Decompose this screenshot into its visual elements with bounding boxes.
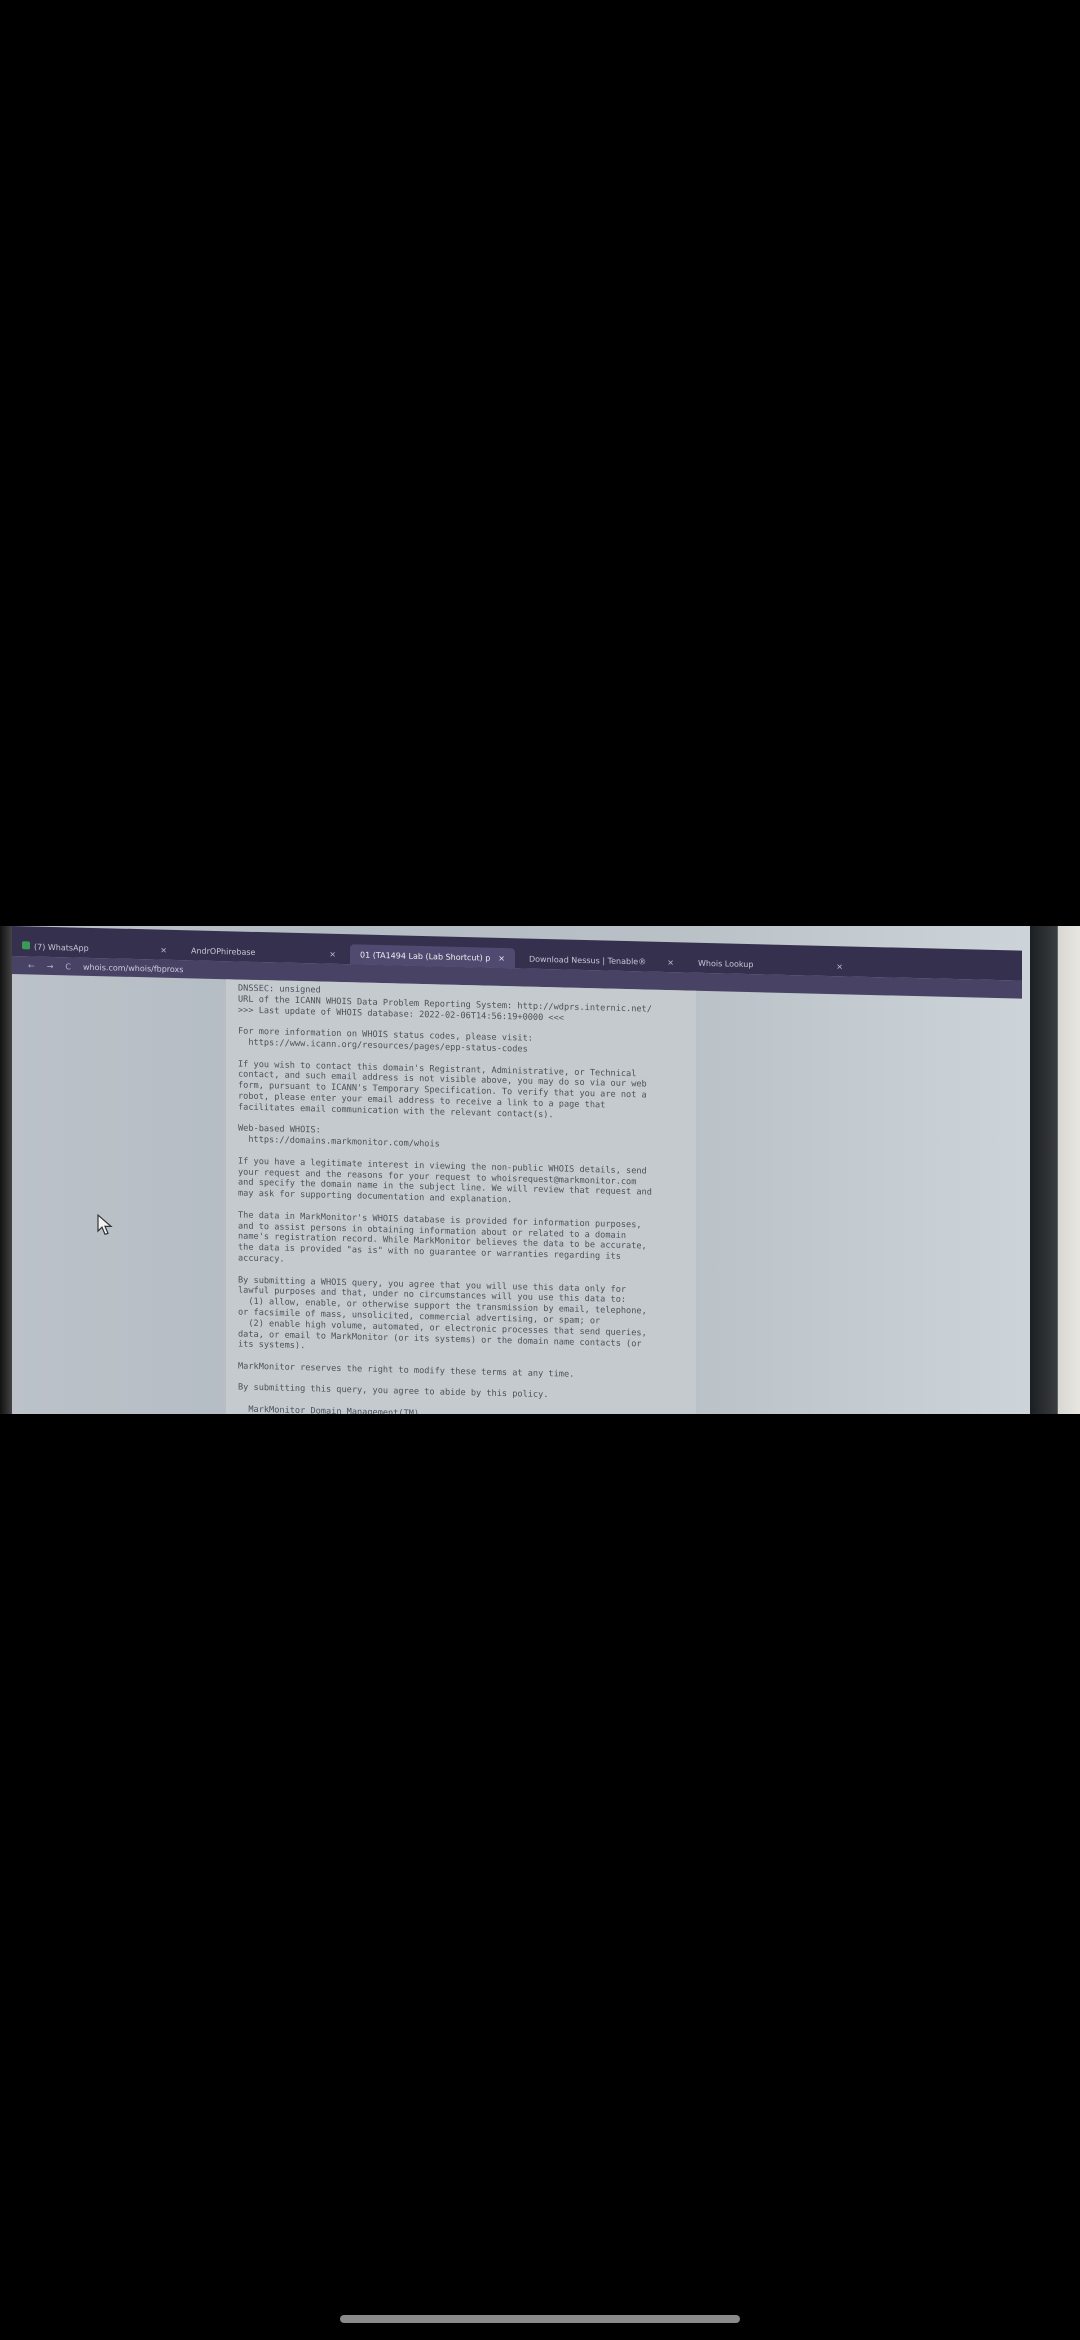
cursor-icon [97, 1214, 113, 1236]
tab-label: 01 (TA1494 Lab (Lab Shortcut) p [360, 950, 491, 963]
close-tab-icon[interactable]: × [160, 945, 167, 954]
close-tab-icon[interactable]: × [329, 949, 336, 958]
whatsapp-icon [22, 941, 30, 950]
tab-label: AndrOPhirebase [191, 945, 256, 957]
home-indicator[interactable] [340, 2315, 740, 2323]
close-tab-icon[interactable]: × [836, 962, 843, 971]
laptop-screen-photo: (7) WhatsApp × AndrOPhirebase × 01 (TA14… [0, 926, 1080, 1414]
tab-label: Whois Lookup [698, 958, 754, 969]
back-icon[interactable]: ← [28, 961, 35, 970]
browser-window: (7) WhatsApp × AndrOPhirebase × 01 (TA14… [12, 926, 1022, 1414]
tab-label: Download Nessus | Tenable® [529, 954, 647, 966]
screen-bezel-left [0, 926, 12, 1414]
close-tab-icon[interactable]: × [498, 953, 505, 962]
tab-label: (7) WhatsApp [34, 942, 89, 953]
whois-result-panel: DNSSEC: unsigned URL of the ICANN WHOIS … [226, 979, 696, 1414]
forward-icon[interactable]: → [47, 961, 54, 970]
whois-raw-text: DNSSEC: unsigned URL of the ICANN WHOIS … [238, 983, 652, 1414]
url-field[interactable]: whois.com/whois/fbproxs [83, 962, 183, 973]
screen-bezel-right [1030, 926, 1080, 1414]
close-tab-icon[interactable]: × [667, 958, 674, 967]
reload-icon[interactable]: C [65, 962, 71, 971]
